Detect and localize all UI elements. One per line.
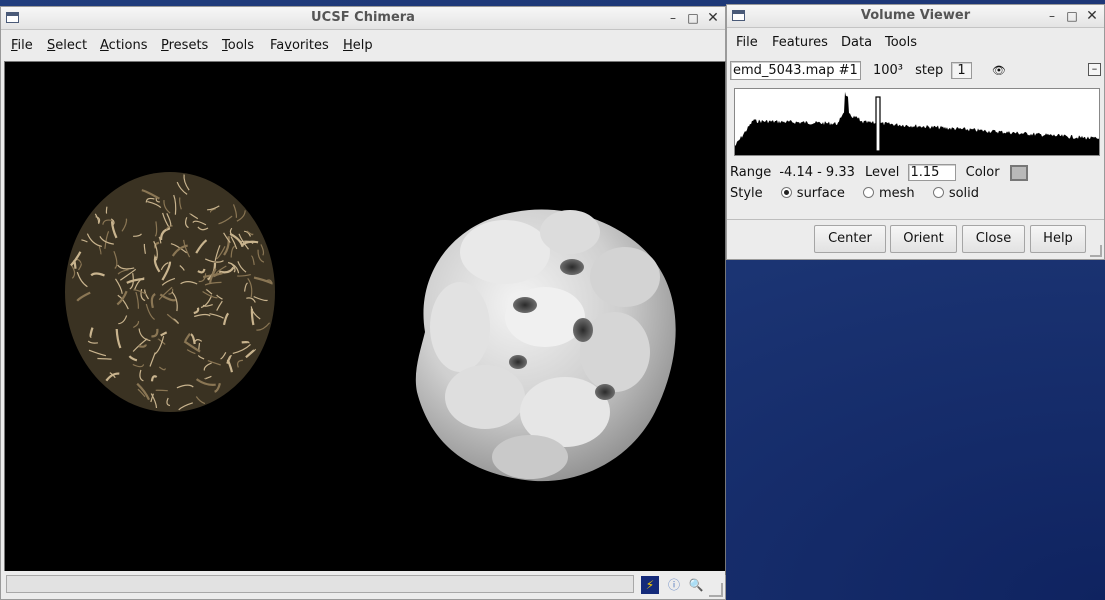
protein-ribbon-model[interactable] (65, 172, 275, 412)
surface-radio[interactable] (780, 187, 792, 198)
map-name-field[interactable]: emd_5043.map #1 (730, 61, 861, 80)
range-row: Range -4.14 - 9.33 Level 1.15 Color (730, 164, 1028, 181)
vv-menu-tools[interactable]: Tools (885, 35, 917, 50)
collapse-panel-icon[interactable]: – (1088, 63, 1101, 76)
volume-viewer-window: Volume Viewer – □ ✕ File Features Data T… (726, 4, 1105, 260)
info-icon[interactable]: ⓘ (665, 576, 683, 594)
maximize-icon[interactable]: □ (1064, 8, 1080, 24)
chimera-title: UCSF Chimera (311, 10, 415, 25)
menu-select-label: elect (55, 38, 88, 53)
menu-presets[interactable]: Presets (161, 38, 208, 53)
menu-actions-key: A (100, 38, 109, 53)
range-label: Range (730, 165, 772, 180)
menu-actions-label: ctions (108, 38, 148, 53)
histogram-panel[interactable] (734, 88, 1100, 156)
menu-favorites-label: orites (291, 38, 329, 53)
menu-select[interactable]: Select (47, 38, 87, 53)
range-value: -4.14 - 9.33 (779, 165, 855, 180)
vv-menu-data[interactable]: Data (841, 35, 872, 50)
menu-favorites[interactable]: Favorites (270, 38, 329, 53)
magnifier-icon[interactable]: 🔍 (687, 576, 705, 594)
menu-help-label: elp (352, 38, 373, 53)
chimera-titlebar[interactable]: UCSF Chimera – □ ✕ (1, 7, 725, 30)
minimize-icon[interactable]: – (1044, 8, 1060, 24)
level-input[interactable]: 1.15 (907, 164, 956, 181)
volume-viewer-titlebar[interactable]: Volume Viewer – □ ✕ (727, 5, 1104, 28)
button-divider (727, 219, 1104, 220)
menu-favorites-prefix: Fa (270, 38, 285, 53)
menu-tools[interactable]: Tools (222, 38, 254, 53)
menu-actions[interactable]: Actions (100, 38, 148, 53)
menu-presets-key: P (161, 38, 169, 53)
vv-menu-features[interactable]: Features (772, 35, 828, 50)
mesh-radio[interactable] (862, 187, 874, 198)
resize-grip-icon[interactable] (709, 583, 723, 597)
help-button[interactable]: Help (1030, 225, 1086, 253)
graphics-viewport[interactable] (4, 61, 726, 575)
menu-file-label: ile (17, 38, 33, 53)
map-size: 100³ (872, 63, 903, 78)
ribbon-shadow (65, 172, 275, 412)
lightning-icon[interactable]: ⚡ (641, 576, 659, 594)
histogram-plot (735, 91, 1099, 155)
color-label: Color (965, 165, 1000, 180)
level-label: Level (865, 165, 900, 180)
style-surface-option[interactable]: surface (780, 186, 845, 201)
menu-tools-label: ools (227, 38, 255, 53)
style-label: Style (730, 186, 763, 201)
step-menu[interactable]: 1 (951, 62, 972, 79)
style-mesh-option[interactable]: mesh (862, 186, 915, 201)
eye-icon[interactable]: 👁 (992, 64, 1006, 77)
histogram-curve (735, 91, 1099, 155)
menu-presets-label: resets (168, 38, 209, 53)
menu-help[interactable]: Help (343, 38, 373, 53)
minimize-icon[interactable]: – (665, 10, 681, 26)
volume-viewer-menubar: File Features Data Tools (727, 30, 1104, 56)
molecule-scene (65, 172, 676, 482)
mesh-radio-label: mesh (878, 186, 915, 201)
close-button[interactable]: Close (962, 225, 1025, 253)
menu-help-key: H (343, 38, 353, 53)
threshold-marker[interactable] (875, 96, 881, 152)
solid-radio-label: solid (948, 186, 980, 201)
chimera-statusbar: ⚡ ⓘ 🔍 (1, 571, 725, 599)
center-button[interactable]: Center (814, 225, 886, 253)
surface-radio-label: surface (796, 186, 845, 201)
orient-button[interactable]: Orient (890, 225, 957, 253)
maximize-icon[interactable]: □ (685, 10, 701, 26)
solid-radio[interactable] (932, 187, 944, 198)
status-message-field (6, 575, 634, 593)
menu-file[interactable]: File (11, 38, 33, 53)
resize-grip-icon[interactable] (1090, 245, 1102, 257)
surface-color-button[interactable] (1009, 164, 1028, 181)
map-row: emd_5043.map #1 100³ step 1 👁 (730, 61, 1006, 80)
menu-favorites-key: v (284, 38, 292, 53)
vv-menu-file[interactable]: File (736, 35, 758, 50)
close-icon[interactable]: ✕ (705, 10, 721, 26)
chimera-window: UCSF Chimera – □ ✕ File Select Actions P… (0, 6, 726, 600)
step-label: step (915, 63, 944, 78)
style-solid-option[interactable]: solid (932, 186, 980, 201)
style-row: Style surface mesh solid (730, 186, 979, 201)
density-surface-model[interactable] (415, 209, 676, 482)
chimera-menubar: File Select Actions Presets Tools Favori… (1, 33, 725, 59)
close-icon[interactable]: ✕ (1084, 8, 1100, 24)
